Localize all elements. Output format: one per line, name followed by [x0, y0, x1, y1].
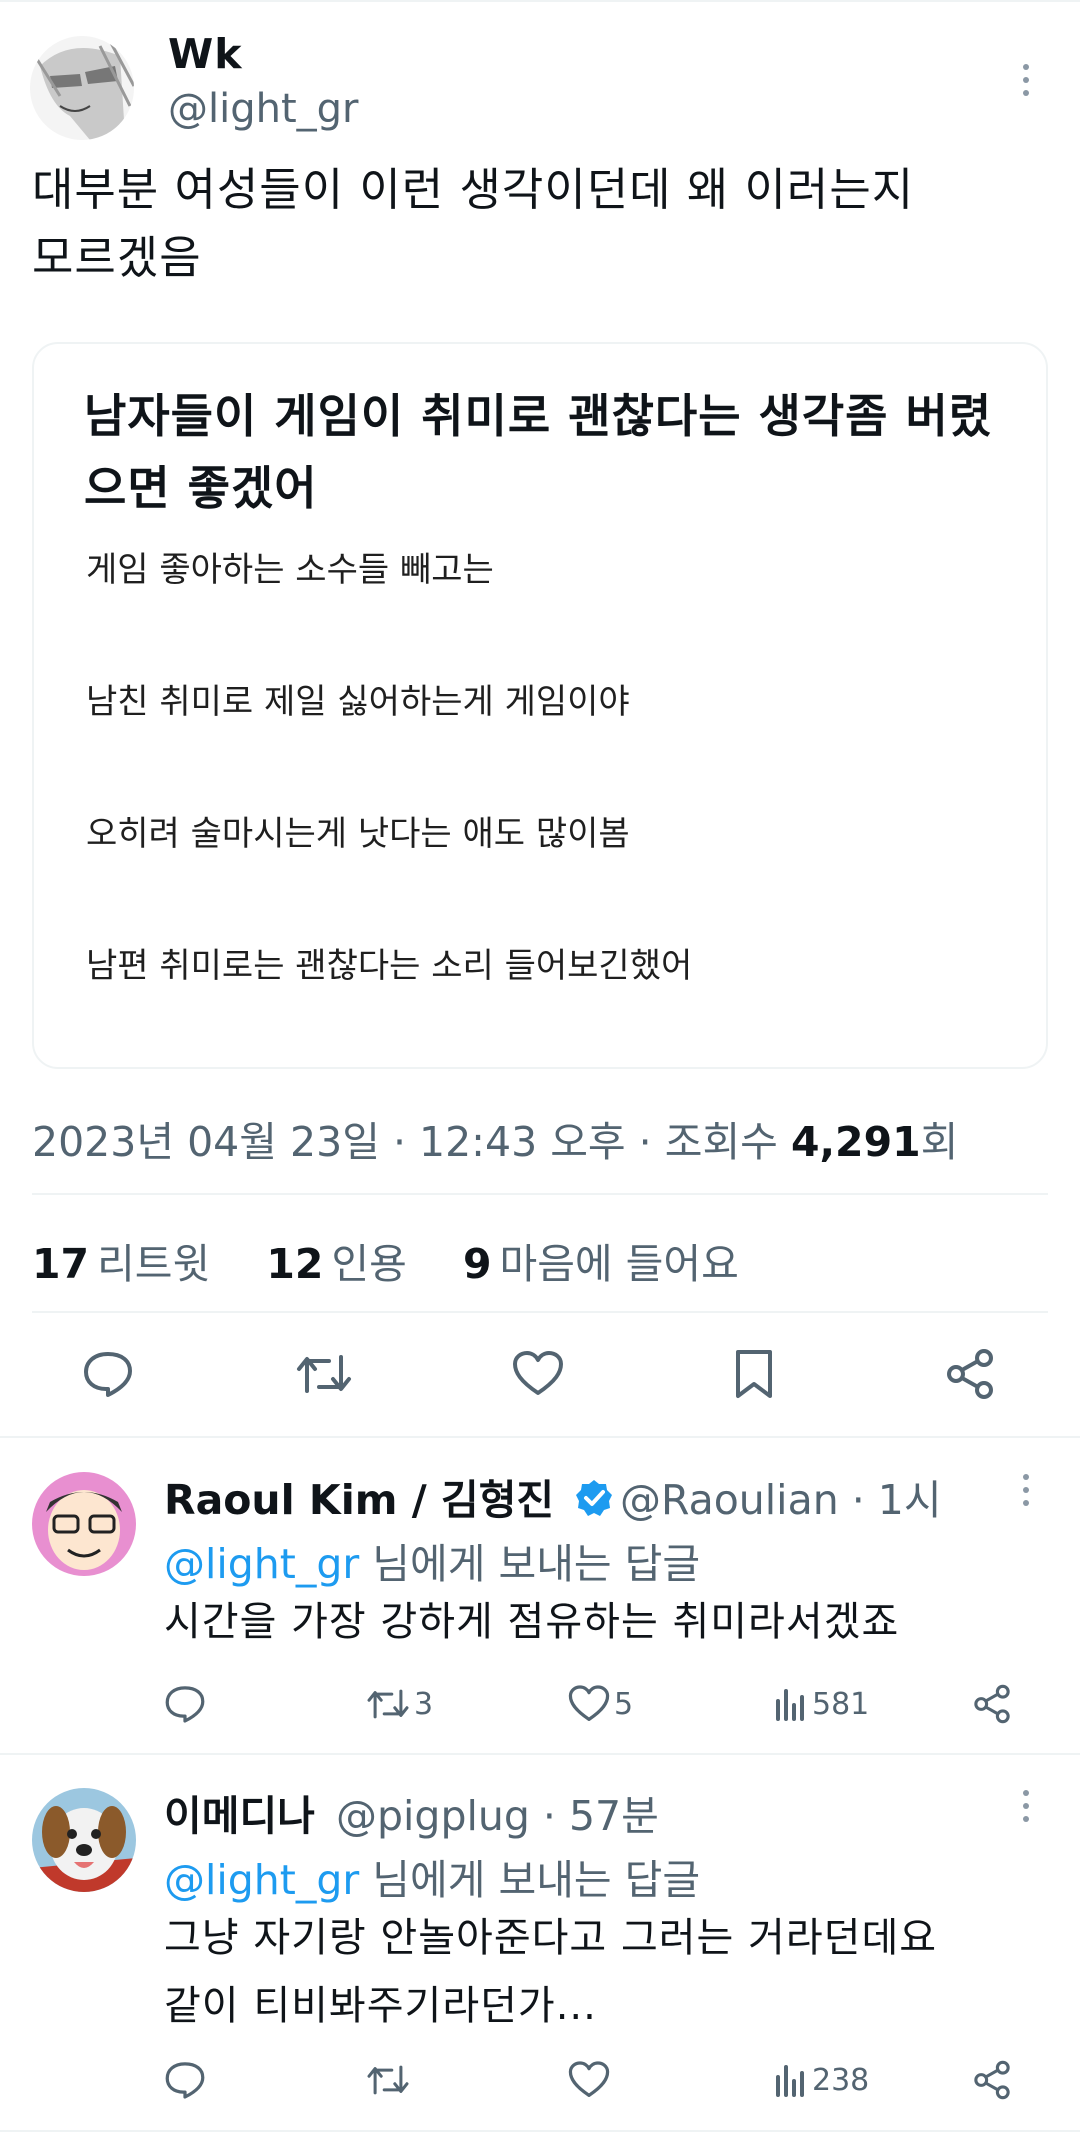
tweet-timestamp: 2023년 04월 23일 · 12:43 오후 · 조회수 4,291회: [32, 1108, 958, 1168]
heart-icon[interactable]: [508, 1344, 568, 1404]
tweet-text-line: 대부분 여성들이 이런 생각이던데 왜 이러는지: [32, 163, 915, 216]
reply-to-label: @light_gr 님에게 보내는 답글: [164, 1856, 701, 1904]
reply-icon[interactable]: [164, 2058, 206, 2102]
retweet-stat[interactable]: 17 리트윗: [32, 1240, 210, 1288]
divider: [0, 1436, 1080, 1438]
heart-icon: [568, 1685, 610, 1721]
reply-text: 그냥 자기랑 안놀아준다고 그러는 거라던데요 같이 티비봐주기라던가...: [164, 1904, 937, 2040]
reply-text: 시간을 가장 강하게 점유하는 취미라서겠죠: [164, 1588, 899, 1656]
verified-badge-icon: [574, 1478, 614, 1528]
quote-stat[interactable]: 12 인용: [266, 1240, 407, 1288]
retweet-count: 3: [414, 1686, 434, 1722]
top-divider: [0, 0, 1080, 2]
views-button[interactable]: 238: [774, 2058, 869, 2102]
views-count: 581: [812, 1686, 870, 1722]
reply-to-label: @light_gr 님에게 보내는 답글: [164, 1540, 701, 1588]
reply-author-name[interactable]: 이메디나: [164, 1782, 315, 1842]
share-icon[interactable]: [972, 2058, 1012, 2102]
reply-handle-time[interactable]: @Raoulian · 1시: [620, 1466, 942, 1526]
like-count: 5: [614, 1686, 634, 1722]
views-icon: [776, 1689, 804, 1721]
reply-text-line: 그냥 자기랑 안놀아준다고 그러는 거라던데요: [164, 1915, 938, 1961]
reply-avatar[interactable]: [32, 1472, 136, 1576]
card-line: 오히려 술마시는게 낫다는 애도 많이봄: [86, 814, 630, 854]
retweet-icon[interactable]: [366, 2058, 410, 2102]
heart-icon[interactable]: [568, 2058, 610, 2102]
engagement-stats: 17 리트윗 12 인용 9 마음에 들어요: [32, 1230, 739, 1290]
reply-icon[interactable]: [78, 1344, 138, 1404]
more-icon[interactable]: [1021, 1790, 1031, 1822]
retweet-icon[interactable]: [294, 1344, 354, 1404]
tweet-text: 대부분 여성들이 이런 생각이던데 왜 이러는지 모르겠음: [32, 156, 1042, 292]
divider: [32, 1193, 1048, 1195]
views-icon: [776, 2065, 804, 2097]
reply-author-name[interactable]: Raoul Kim / 김형진: [164, 1466, 614, 1528]
tweet-text-line: 모르겠음: [32, 231, 202, 284]
more-icon[interactable]: [1021, 1474, 1031, 1506]
author-name[interactable]: Wk: [168, 30, 243, 78]
retweet-button[interactable]: 3: [366, 1682, 433, 1726]
mention-link[interactable]: @light_gr: [164, 1540, 359, 1588]
more-icon[interactable]: [1021, 64, 1031, 96]
retweet-icon: [367, 1689, 409, 1719]
author-handle[interactable]: @light_gr: [168, 86, 359, 132]
author-avatar[interactable]: [30, 36, 134, 140]
like-stat[interactable]: 9 마음에 들어요: [463, 1240, 739, 1288]
card-title: 남자들이 게임이 취미로 괜찮다는 생각좀 버렸으면 좋겠어: [84, 389, 993, 515]
reply-text-line: 같이 티비봐주기라던가...: [164, 1983, 597, 2029]
bookmark-icon[interactable]: [724, 1344, 784, 1404]
card-line: 남친 취미로 제일 싫어하는게 게임이야: [86, 682, 630, 722]
card-line: 게임 좋아하는 소수들 빼고는: [86, 550, 494, 590]
embedded-post-card[interactable]: 남자들이 게임이 취미로 괜찮다는 생각좀 버렸으면 좋겠어 게임 좋아하는 소…: [32, 342, 1048, 1069]
divider: [32, 1311, 1048, 1313]
divider: [0, 1753, 1080, 1755]
views-button[interactable]: 581: [774, 1682, 869, 1726]
reply-icon[interactable]: [164, 1682, 206, 1726]
reply-text-line: 시간을 가장 강하게 점유하는 취미라서겠죠: [164, 1599, 900, 1645]
view-count: 4,291: [790, 1118, 921, 1166]
views-count: 238: [812, 2062, 870, 2098]
mention-link[interactable]: @light_gr: [164, 1856, 359, 1904]
reply-handle-time[interactable]: @pigplug · 57분: [336, 1782, 659, 1842]
card-line: 남편 취미로는 괜찮다는 소리 들어보긴했어: [86, 946, 693, 986]
reply-avatar[interactable]: [32, 1788, 136, 1892]
view-suffix: 회: [920, 1118, 959, 1166]
timestamp-text: 2023년 04월 23일 · 12:43 오후 · 조회수: [32, 1118, 791, 1166]
like-button[interactable]: 5: [568, 1682, 633, 1726]
share-icon[interactable]: [972, 1682, 1012, 1726]
share-icon[interactable]: [940, 1344, 1000, 1404]
divider: [0, 2130, 1080, 2132]
